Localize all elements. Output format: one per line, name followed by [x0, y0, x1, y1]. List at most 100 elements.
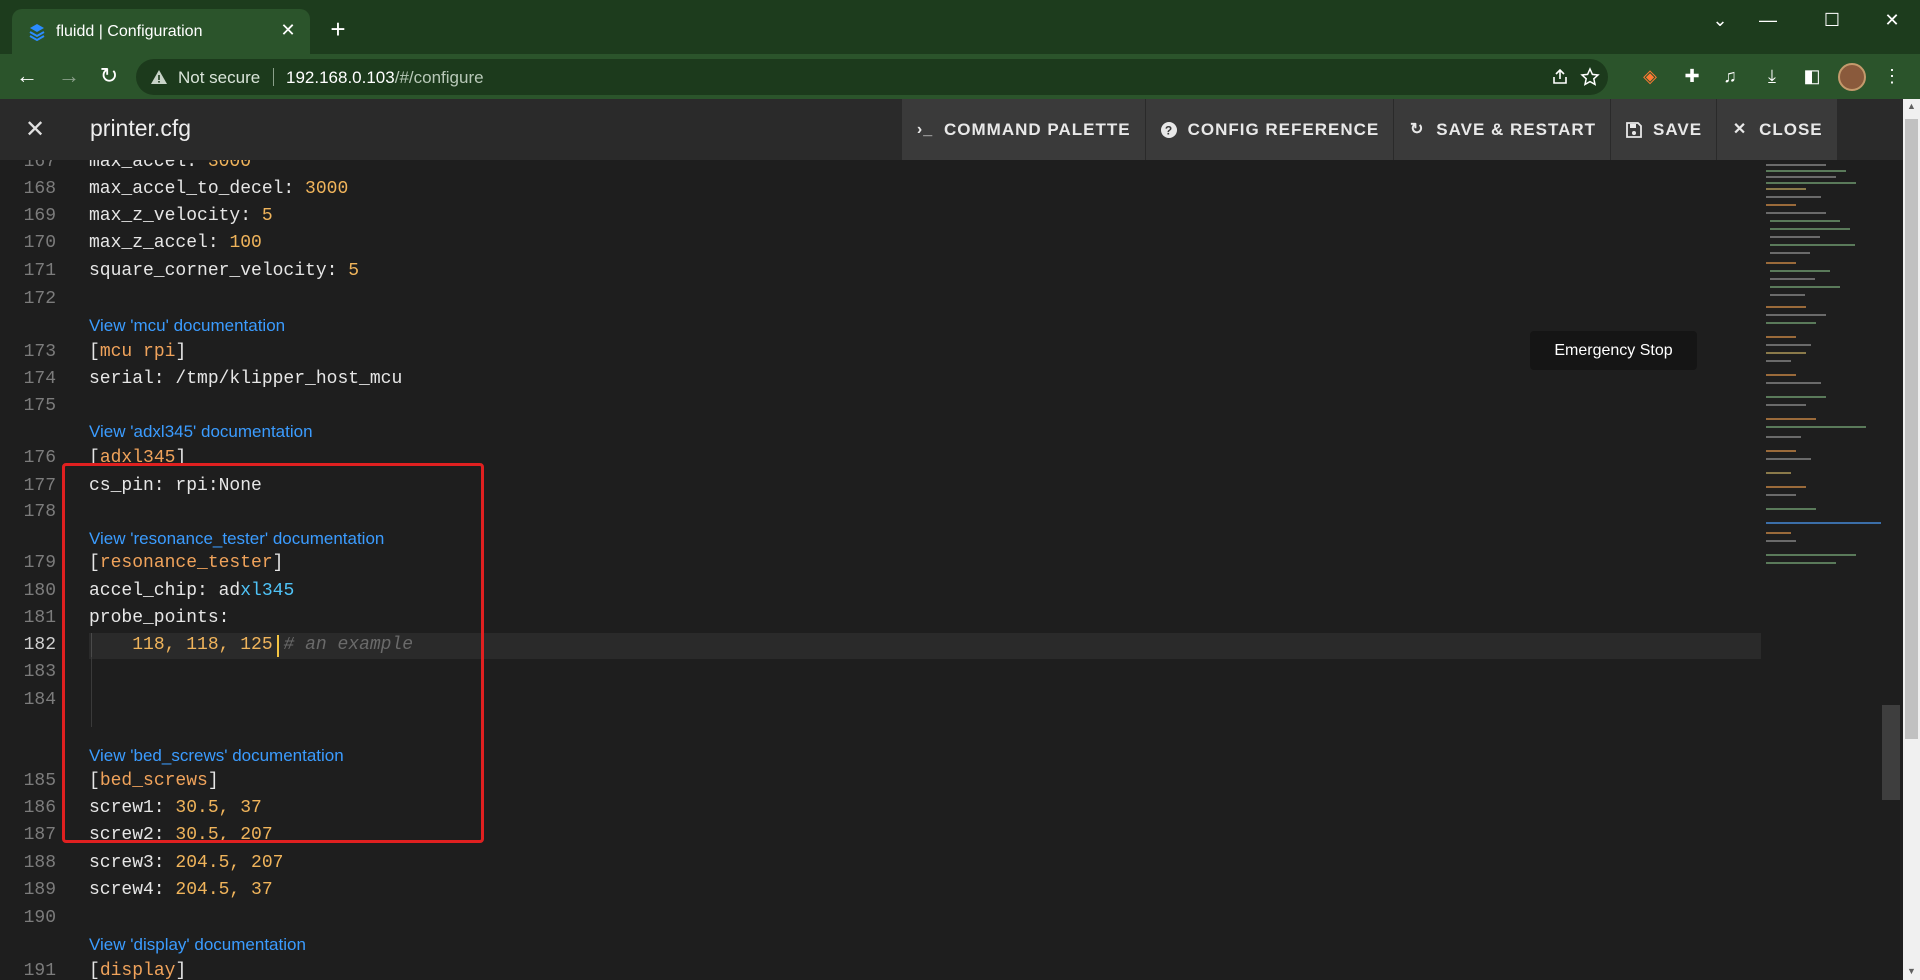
emergency-stop-tooltip: Emergency Stop: [1530, 331, 1697, 370]
save-restart-label: SAVE & RESTART: [1436, 119, 1597, 139]
editor-header: ✕ printer.cfg ›_ COMMAND PALETTE ? CONFI…: [0, 99, 1903, 160]
line-number: 167: [23, 160, 56, 172]
restart-icon: ↻: [1410, 120, 1425, 138]
config-value: 100: [229, 233, 262, 253]
code-line: max_accel: 3000: [89, 160, 251, 172]
section-header: [display]: [89, 961, 187, 980]
line-number: 171: [23, 261, 56, 281]
close-editor-icon[interactable]: ✕: [22, 117, 48, 143]
window-close-icon[interactable]: ✕: [1872, 10, 1912, 32]
config-value: 204.5, 37: [175, 880, 273, 900]
code-line: screw4: 204.5, 37: [89, 880, 273, 900]
config-key: max_z_accel:: [89, 233, 230, 253]
extensions-puzzle-icon[interactable]: ✚: [1680, 64, 1704, 88]
media-controls-icon[interactable]: ♫: [1718, 64, 1742, 88]
config-key: max_accel:: [89, 160, 208, 172]
section-name: mcu rpi: [99, 342, 176, 362]
line-number: 191: [23, 961, 56, 980]
save-button[interactable]: SAVE: [1611, 99, 1718, 160]
save-label: SAVE: [1653, 119, 1703, 139]
command-palette-button[interactable]: ›_ COMMAND PALETTE: [902, 99, 1146, 160]
floppy-icon: [1626, 121, 1642, 138]
doc-link-adxl345[interactable]: View 'adxl345' documentation: [89, 422, 313, 442]
close-icon: ✕: [1732, 120, 1748, 138]
code-line: screw3: 204.5, 207: [89, 853, 283, 873]
annotation-highlight-box: [62, 463, 484, 843]
back-icon[interactable]: ←: [14, 64, 40, 90]
divider: [273, 68, 274, 86]
command-palette-label: COMMAND PALETTE: [944, 119, 1131, 139]
config-key: max_accel_to_decel:: [89, 179, 306, 199]
config-key: max_z_velocity:: [89, 206, 262, 226]
doc-link-display[interactable]: View 'display' documentation: [89, 935, 306, 955]
code-minimap[interactable]: [1766, 160, 1881, 580]
code-line: max_z_velocity: 5: [89, 206, 273, 226]
profile-avatar[interactable]: [1838, 63, 1866, 91]
scroll-up-icon[interactable]: ▲: [1906, 101, 1917, 111]
file-name: printer.cfg: [90, 115, 191, 141]
line-number: 186: [23, 798, 56, 818]
config-value: 204.5, 207: [175, 853, 284, 873]
line-number: 176: [23, 448, 56, 468]
code-editor[interactable]: 167 168 169 170 171 172 173 174 175 176 …: [0, 160, 1903, 980]
scroll-down-icon[interactable]: ▼: [1906, 966, 1917, 976]
config-value: 5: [261, 206, 273, 226]
maximize-icon[interactable]: ☐: [1812, 10, 1852, 32]
line-number: 183: [23, 662, 56, 682]
section-name: display: [99, 961, 176, 980]
doc-link-mcu[interactable]: View 'mcu' documentation: [89, 316, 285, 336]
line-number: 173: [23, 342, 56, 362]
browser-tab[interactable]: fluidd | Configuration ✕: [12, 9, 310, 54]
forward-icon[interactable]: →: [56, 64, 82, 90]
reload-icon[interactable]: ↻: [96, 64, 122, 90]
page-scrollbar-thumb[interactable]: [1905, 119, 1918, 739]
tab-search-icon[interactable]: ⌄: [1700, 10, 1740, 32]
line-number: 185: [23, 771, 56, 791]
config-value: 3000: [305, 179, 349, 199]
editor-scrollbar-thumb[interactable]: [1882, 705, 1900, 800]
line-number: 178: [23, 502, 56, 522]
browser-toolbar: ← → ↻ Not secure 192.168.0.103/#/configu…: [0, 54, 1920, 99]
minimap-viewport-marker: [1766, 522, 1881, 524]
downloads-icon[interactable]: ⤓: [1760, 64, 1784, 88]
line-number: 172: [23, 289, 56, 309]
svg-text:?: ?: [1164, 123, 1172, 137]
line-number: 170: [23, 233, 56, 253]
bookmark-star-icon[interactable]: [1580, 67, 1600, 87]
config-key: screw3:: [89, 853, 176, 873]
extension-orange-icon[interactable]: ◈: [1638, 64, 1662, 88]
terminal-icon: ›_: [916, 120, 934, 138]
url-text[interactable]: 192.168.0.103/#/configure: [286, 68, 484, 88]
share-icon[interactable]: [1550, 67, 1570, 87]
config-reference-button[interactable]: ? CONFIG REFERENCE: [1146, 99, 1395, 160]
line-number: 187: [23, 825, 56, 845]
code-line: max_accel_to_decel: 3000: [89, 179, 348, 199]
browser-tab-strip: fluidd | Configuration ✕ + ⌄ — ☐ ✕: [0, 0, 1920, 54]
line-number: 174: [23, 369, 56, 389]
tab-close-icon[interactable]: ✕: [278, 20, 298, 40]
line-number: 188: [23, 853, 56, 873]
not-secure-label[interactable]: Not secure: [178, 68, 260, 88]
minimize-icon[interactable]: —: [1748, 10, 1788, 32]
close-button[interactable]: ✕ CLOSE: [1717, 99, 1838, 160]
config-key: screw4:: [89, 880, 176, 900]
line-number: 168: [23, 179, 56, 199]
line-number-active: 182: [23, 635, 56, 655]
editor-toolbar: ›_ COMMAND PALETTE ? CONFIG REFERENCE ↻ …: [902, 99, 1838, 160]
side-panel-icon[interactable]: ◧: [1800, 64, 1824, 88]
line-number: 177: [23, 476, 56, 496]
menu-kebab-icon[interactable]: ⋮: [1880, 64, 1904, 88]
new-tab-icon[interactable]: +: [324, 16, 352, 44]
close-label: CLOSE: [1759, 119, 1823, 139]
section-header: [mcu rpi]: [89, 342, 187, 362]
save-restart-button[interactable]: ↻ SAVE & RESTART: [1394, 99, 1612, 160]
line-number: 175: [23, 396, 56, 416]
line-number: 181: [23, 608, 56, 628]
url-host: 192.168.0.103: [286, 68, 395, 87]
config-value: 5: [348, 261, 360, 281]
code-line: serial: /tmp/klipper_host_mcu: [89, 369, 403, 389]
line-number: 169: [23, 206, 56, 226]
line-number: 179: [23, 553, 56, 573]
line-number: 180: [23, 581, 56, 601]
address-bar[interactable]: Not secure 192.168.0.103/#/configure: [136, 59, 1608, 95]
